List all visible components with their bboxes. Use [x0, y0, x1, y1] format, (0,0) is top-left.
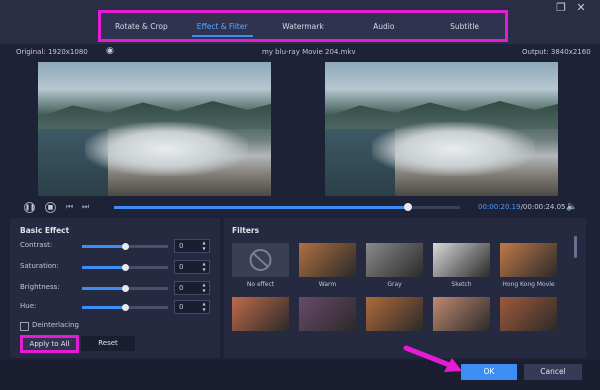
effect-slider[interactable] — [82, 243, 168, 250]
effect-value: 0 — [179, 284, 184, 292]
tab-watermark[interactable]: Watermark — [263, 13, 344, 39]
previous-frame-icon[interactable]: ⏮ — [66, 202, 73, 212]
effect-slider-knob[interactable] — [122, 285, 129, 292]
filter-thumbnail[interactable] — [433, 297, 490, 331]
filter-label: No effect — [246, 281, 275, 288]
reset-label: Reset — [98, 339, 118, 347]
cancel-button[interactable]: Cancel — [524, 364, 582, 380]
filter-thumbnail[interactable] — [500, 297, 557, 331]
effect-slider[interactable] — [82, 304, 168, 311]
tab-effect-filter[interactable]: Effect & Filter — [182, 13, 263, 39]
filters-title: Filters — [232, 226, 260, 235]
filter-thumbnail[interactable] — [299, 297, 356, 331]
filter-label: Warm — [318, 281, 337, 288]
effect-label: Brightness: — [20, 283, 60, 291]
effect-slider[interactable] — [82, 264, 168, 271]
volume-icon[interactable]: 🔈 — [566, 202, 577, 212]
pause-icon[interactable]: ❚❚ — [24, 202, 35, 213]
filter-label: Gray — [387, 281, 402, 288]
tab-label: Subtitle — [450, 21, 480, 31]
basic-effect-title: Basic Effect — [20, 226, 70, 235]
effect-value-input[interactable]: 0 ▲ ▼ — [174, 260, 210, 274]
stepper-arrows-icon[interactable]: ▲ ▼ — [200, 282, 208, 294]
effect-slider-fill — [82, 245, 125, 248]
tab-label: Audio — [373, 21, 395, 31]
deinterlacing-checkbox[interactable] — [20, 322, 29, 331]
current-time: 00:00:20.19 — [478, 203, 521, 211]
tab-audio[interactable]: Audio — [343, 13, 424, 39]
effect-slider-fill — [82, 287, 125, 290]
close-icon[interactable]: ✕ — [574, 2, 588, 14]
cancel-label: Cancel — [540, 367, 566, 376]
tab-rotate-crop[interactable]: Rotate & Crop — [101, 13, 182, 39]
original-resolution: Original: 1920x1080 — [16, 48, 88, 56]
filter-thumbnail[interactable] — [433, 243, 490, 277]
tab-label: Effect & Filter — [196, 21, 248, 31]
progress-bar[interactable] — [114, 203, 460, 211]
effect-slider-knob[interactable] — [122, 264, 129, 271]
effect-slider-fill — [82, 266, 125, 269]
stepper-arrows-icon[interactable]: ▲ ▼ — [200, 301, 208, 313]
tab-label: Watermark — [282, 21, 324, 31]
progress-fill — [114, 206, 409, 209]
ok-label: OK — [483, 367, 495, 376]
file-name: my blu-ray Movie 204.mkv — [262, 48, 356, 56]
pointer-arrow-icon — [403, 345, 462, 372]
tab-bar: Rotate & Crop Effect & Filter Watermark … — [98, 10, 508, 42]
apply-to-all-button[interactable]: Apply to All — [20, 335, 79, 353]
filter-label: Sketch — [451, 281, 472, 288]
effect-value: 0 — [179, 242, 184, 250]
reset-button[interactable]: Reset — [81, 336, 135, 351]
stepper-arrows-icon[interactable]: ▲ ▼ — [200, 261, 208, 273]
effect-slider[interactable] — [82, 285, 168, 292]
progress-knob[interactable] — [404, 203, 413, 211]
filter-thumbnail[interactable] — [299, 243, 356, 277]
filter-thumbnail[interactable] — [366, 243, 423, 277]
effect-value: 0 — [179, 303, 184, 311]
stop-icon[interactable]: ■ — [45, 202, 56, 213]
restore-icon[interactable]: ❐ — [554, 2, 568, 14]
filters-panel — [224, 218, 586, 358]
time-display: 00:00:20.19/00:00:24.05 — [478, 203, 566, 211]
tab-label: Rotate & Crop — [115, 21, 168, 31]
effect-value-input[interactable]: 0 ▲ ▼ — [174, 281, 210, 295]
filter-thumbnail[interactable] — [232, 297, 289, 331]
filter-label: Hong Kong Movie — [502, 281, 555, 288]
filter-none-icon[interactable] — [232, 243, 289, 277]
effect-value-input[interactable]: 0 ▲ ▼ — [174, 239, 210, 253]
output-preview — [325, 62, 558, 196]
stepper-arrows-icon[interactable]: ▲ ▼ — [200, 240, 208, 252]
filter-thumbnail[interactable] — [366, 297, 423, 331]
filter-thumbnail[interactable] — [500, 243, 557, 277]
effect-label: Contrast: — [20, 241, 53, 249]
effect-slider-knob[interactable] — [122, 243, 129, 250]
effect-value: 0 — [179, 263, 184, 271]
effect-slider-knob[interactable] — [122, 304, 129, 311]
filters-scrollbar[interactable] — [574, 236, 577, 258]
original-preview — [38, 62, 271, 196]
effect-label: Saturation: — [20, 262, 59, 270]
eye-icon[interactable]: ◉ — [106, 47, 120, 56]
effect-slider-fill — [82, 306, 125, 309]
next-frame-icon[interactable]: ⏭ — [82, 202, 89, 212]
deinterlacing-label: Deinterlacing — [32, 321, 79, 329]
effect-label: Hue: — [20, 302, 37, 310]
output-resolution: Output: 3840x2160 — [522, 48, 591, 56]
ok-button[interactable]: OK — [461, 364, 517, 380]
tab-subtitle[interactable]: Subtitle — [424, 13, 505, 39]
total-time: /00:00:24.05 — [520, 203, 566, 211]
effect-value-input[interactable]: 0 ▲ ▼ — [174, 300, 210, 314]
apply-to-all-label: Apply to All — [29, 340, 70, 348]
